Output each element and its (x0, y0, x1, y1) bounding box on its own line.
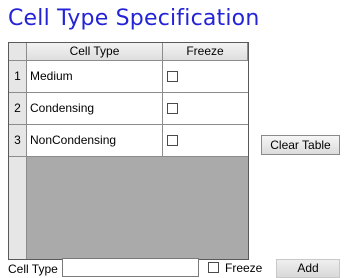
table-corner-header (9, 43, 27, 61)
row-number[interactable]: 2 (9, 93, 27, 125)
table-row[interactable]: 1 Medium (9, 61, 248, 93)
cell-type-label: Cell Type (8, 262, 58, 276)
freeze-checkbox-input[interactable] (208, 262, 219, 273)
freeze-checkbox[interactable] (167, 103, 178, 114)
cell-type-table: Cell Type Freeze 1 Medium 2 Condensing 3… (8, 42, 249, 260)
clear-table-button[interactable]: Clear Table (261, 135, 340, 155)
add-button[interactable]: Add (276, 259, 340, 278)
column-header-freeze[interactable]: Freeze (163, 43, 248, 61)
freeze-checkbox[interactable] (167, 135, 178, 146)
cell-type-cell[interactable]: NonCondensing (27, 125, 163, 157)
freeze-label: Freeze (225, 261, 263, 275)
row-number[interactable]: 1 (9, 61, 27, 93)
freeze-cell (163, 61, 248, 93)
table-header: Cell Type Freeze (9, 43, 248, 61)
page-title: Cell Type Specification (8, 6, 260, 31)
cell-type-cell[interactable]: Medium (27, 61, 163, 93)
cell-type-cell[interactable]: Condensing (27, 93, 163, 125)
row-number[interactable]: 3 (9, 125, 27, 157)
table-row[interactable]: 3 NonCondensing (9, 125, 248, 157)
freeze-checkbox[interactable] (167, 71, 178, 82)
column-header-cell-type[interactable]: Cell Type (27, 43, 163, 61)
cell-type-panel: Cell Type Specification Cell Type Freeze… (0, 0, 346, 278)
row-header-filler (9, 157, 27, 259)
freeze-cell (163, 93, 248, 125)
table-row[interactable]: 2 Condensing (9, 93, 248, 125)
cell-type-input[interactable] (62, 258, 199, 277)
freeze-cell (163, 125, 248, 157)
